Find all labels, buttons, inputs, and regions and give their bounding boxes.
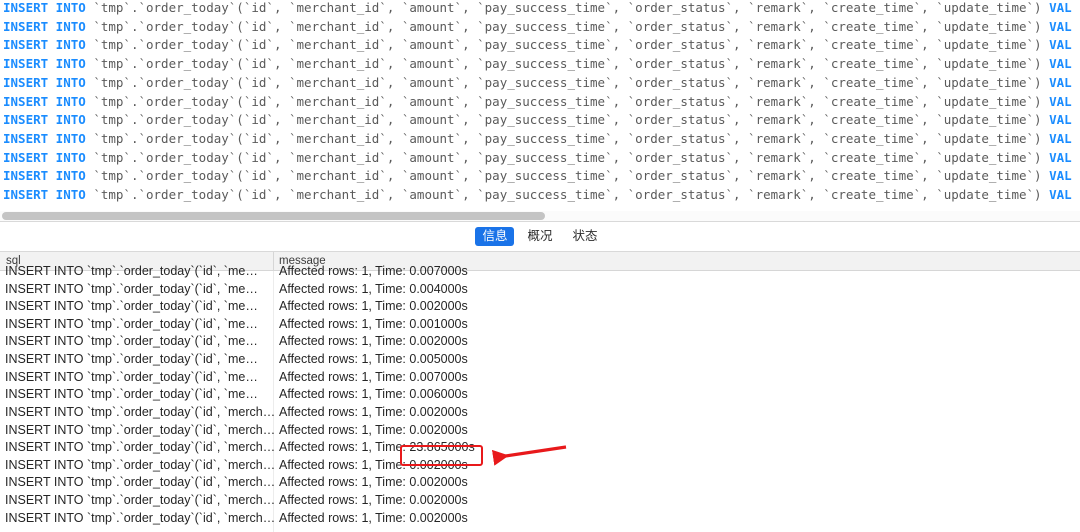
cell-sql[interactable]: INSERT INTO `tmp`.`order_today`(`id`, `m… — [5, 457, 275, 473]
cell-sql[interactable]: INSERT INTO `tmp`.`order_today`(`id`, `m… — [5, 422, 275, 438]
cell-sql[interactable]: INSERT INTO `tmp`.`order_today`(`id`, `m… — [5, 333, 258, 349]
sql-editor[interactable]: INSERT INTO `tmp`.`order_today`(`id`, `m… — [0, 0, 1080, 212]
result-tab-bar: 信息 概况 状态 — [0, 222, 1080, 251]
cell-sql[interactable]: INSERT INTO `tmp`.`order_today`(`id`, `m… — [5, 369, 258, 385]
sql-keyword-values: VAL — [1049, 18, 1072, 34]
table-row[interactable]: INSERT INTO `tmp`.`order_today`(`id`, `m… — [0, 386, 1080, 404]
cell-sql[interactable]: INSERT INTO `tmp`.`order_today`(`id`, `m… — [5, 404, 275, 420]
cell-sql[interactable]: INSERT INTO `tmp`.`order_today`(`id`, `m… — [5, 439, 275, 455]
table-row[interactable]: INSERT INTO `tmp`.`order_today`(`id`, `m… — [0, 474, 1080, 492]
sql-keyword: INSERT INTO — [3, 74, 86, 90]
sql-statement-body: `tmp`.`order_today`(`id`, `merchant_id`,… — [85, 93, 1050, 109]
table-row[interactable]: INSERT INTO `tmp`.`order_today`(`id`, `m… — [0, 439, 1080, 457]
result-tab-list: 信息 概况 状态 — [475, 227, 604, 246]
sql-editor-line: INSERT INTO `tmp`.`order_today`(`id`, `m… — [3, 169, 1072, 183]
sql-statement-body: `tmp`.`order_today`(`id`, `merchant_id`,… — [85, 149, 1050, 165]
sql-keyword: INSERT INTO — [3, 168, 86, 184]
sql-editor-line: INSERT INTO `tmp`.`order_today`(`id`, `m… — [3, 93, 1072, 109]
sql-statement-body: `tmp`.`order_today`(`id`, `merchant_id`,… — [85, 0, 1050, 15]
result-message-grid[interactable]: sql message INSERT INTO `tmp`.`order_tod… — [0, 252, 1080, 532]
cell-message[interactable]: Affected rows: 1, Time: 0.006000s — [279, 386, 468, 402]
cell-message[interactable]: Affected rows: 1, Time: 0.002000s — [279, 492, 468, 508]
table-row[interactable]: INSERT INTO `tmp`.`order_today`(`id`, `m… — [0, 457, 1080, 475]
sql-keyword: INSERT INTO — [3, 112, 86, 128]
cell-message[interactable]: Affected rows: 1, Time: 0.001000s — [279, 316, 468, 332]
sql-keyword-values: VAL — [1049, 149, 1072, 165]
sql-editor-line: INSERT INTO `tmp`.`order_today`(`id`, `m… — [3, 149, 1072, 165]
sql-keyword: INSERT INTO — [3, 131, 86, 147]
cell-sql[interactable]: INSERT INTO `tmp`.`order_today`(`id`, `m… — [5, 386, 258, 402]
cell-sql[interactable]: INSERT INTO `tmp`.`order_today`(`id`, `m… — [5, 510, 275, 526]
sql-keyword: INSERT INTO — [3, 187, 86, 203]
sql-editor-line: INSERT INTO `tmp`.`order_today`(`id`, `m… — [3, 74, 1072, 90]
editor-horizontal-scrollbar-thumb[interactable] — [2, 212, 545, 220]
cell-message[interactable]: Affected rows: 1, Time: 23.865000s — [279, 439, 475, 455]
table-row[interactable]: INSERT INTO `tmp`.`order_today`(`id`, `m… — [0, 404, 1080, 422]
cell-message[interactable]: Affected rows: 1, Time: 0.004000s — [279, 281, 468, 297]
cell-sql[interactable]: INSERT INTO `tmp`.`order_today`(`id`, `m… — [5, 281, 258, 297]
sql-statement-body: `tmp`.`order_today`(`id`, `merchant_id`,… — [85, 168, 1050, 184]
result-tab-0[interactable]: 信息 — [475, 227, 515, 246]
table-row[interactable]: INSERT INTO `tmp`.`order_today`(`id`, `m… — [0, 333, 1080, 351]
sql-keyword: INSERT INTO — [3, 37, 86, 53]
cell-message[interactable]: Affected rows: 1, Time: 0.002000s — [279, 298, 468, 314]
sql-keyword: INSERT INTO — [3, 18, 86, 34]
cell-sql[interactable]: INSERT INTO `tmp`.`order_today`(`id`, `m… — [5, 298, 258, 314]
cell-message[interactable]: Affected rows: 1, Time: 0.005000s — [279, 351, 468, 367]
sql-keyword-values: VAL — [1049, 93, 1072, 109]
sql-statement-body: `tmp`.`order_today`(`id`, `merchant_id`,… — [85, 37, 1050, 53]
table-row[interactable]: INSERT INTO `tmp`.`order_today`(`id`, `m… — [0, 316, 1080, 334]
sql-keyword-values: VAL — [1049, 0, 1072, 15]
sql-editor-line: INSERT INTO `tmp`.`order_today`(`id`, `m… — [3, 132, 1072, 146]
cell-sql[interactable]: INSERT INTO `tmp`.`order_today`(`id`, `m… — [5, 316, 258, 332]
table-row[interactable]: INSERT INTO `tmp`.`order_today`(`id`, `m… — [0, 492, 1080, 510]
cell-message[interactable]: Affected rows: 1, Time: 0.002000s — [279, 333, 468, 349]
cell-message[interactable]: Affected rows: 1, Time: 0.002000s — [279, 457, 468, 473]
table-row[interactable]: INSERT INTO `tmp`.`order_today`(`id`, `m… — [0, 263, 1080, 281]
editor-horizontal-scrollbar[interactable] — [0, 211, 1080, 221]
table-row[interactable]: INSERT INTO `tmp`.`order_today`(`id`, `m… — [0, 422, 1080, 440]
sql-statement-body: `tmp`.`order_today`(`id`, `merchant_id`,… — [85, 131, 1050, 147]
sql-keyword: INSERT INTO — [3, 149, 86, 165]
sql-editor-line: INSERT INTO `tmp`.`order_today`(`id`, `m… — [3, 18, 1072, 34]
cell-sql[interactable]: INSERT INTO `tmp`.`order_today`(`id`, `m… — [5, 474, 275, 490]
table-row[interactable]: INSERT INTO `tmp`.`order_today`(`id`, `m… — [0, 298, 1080, 316]
sql-editor-line: INSERT INTO `tmp`.`order_today`(`id`, `m… — [3, 113, 1072, 127]
sql-editor-line: INSERT INTO `tmp`.`order_today`(`id`, `m… — [3, 1, 1072, 15]
cell-sql[interactable]: INSERT INTO `tmp`.`order_today`(`id`, `m… — [5, 351, 258, 367]
sql-statement-body: `tmp`.`order_today`(`id`, `merchant_id`,… — [85, 56, 1050, 72]
sql-keyword-values: VAL — [1049, 74, 1072, 90]
sql-keyword-values: VAL — [1049, 131, 1072, 147]
cell-message[interactable]: Affected rows: 1, Time: 0.002000s — [279, 404, 468, 420]
sql-statement-body: `tmp`.`order_today`(`id`, `merchant_id`,… — [85, 112, 1050, 128]
sql-keyword-values: VAL — [1049, 168, 1072, 184]
table-row[interactable]: INSERT INTO `tmp`.`order_today`(`id`, `m… — [0, 510, 1080, 528]
sql-editor-line: INSERT INTO `tmp`.`order_today`(`id`, `m… — [3, 57, 1072, 71]
result-tab-1[interactable]: 概况 — [520, 227, 559, 246]
sql-statement-body: `tmp`.`order_today`(`id`, `merchant_id`,… — [85, 187, 1050, 203]
cell-message[interactable]: Affected rows: 1, Time: 0.007000s — [279, 263, 468, 279]
table-row[interactable]: INSERT INTO `tmp`.`order_today`(`id`, `m… — [0, 351, 1080, 369]
sql-keyword: INSERT INTO — [3, 93, 86, 109]
sql-keyword: INSERT INTO — [3, 0, 86, 15]
sql-statement-body: `tmp`.`order_today`(`id`, `merchant_id`,… — [85, 74, 1050, 90]
result-tab-2[interactable]: 状态 — [566, 227, 605, 246]
cell-sql[interactable]: INSERT INTO `tmp`.`order_today`(`id`, `m… — [5, 263, 258, 279]
cell-message[interactable]: Affected rows: 1, Time: 0.007000s — [279, 369, 468, 385]
sql-editor-line: INSERT INTO `tmp`.`order_today`(`id`, `m… — [3, 188, 1072, 202]
sql-keyword-values: VAL — [1049, 56, 1072, 72]
cell-message[interactable]: Affected rows: 1, Time: 0.002000s — [279, 422, 468, 438]
sql-statement-body: `tmp`.`order_today`(`id`, `merchant_id`,… — [85, 18, 1050, 34]
sql-keyword-values: VAL — [1049, 187, 1072, 203]
sql-keyword: INSERT INTO — [3, 56, 86, 72]
sql-keyword-values: VAL — [1049, 112, 1072, 128]
cell-message[interactable]: Affected rows: 1, Time: 0.002000s — [279, 510, 468, 526]
sql-editor-line: INSERT INTO `tmp`.`order_today`(`id`, `m… — [3, 38, 1072, 52]
cell-message[interactable]: Affected rows: 1, Time: 0.002000s — [279, 474, 468, 490]
cell-sql[interactable]: INSERT INTO `tmp`.`order_today`(`id`, `m… — [5, 492, 275, 508]
sql-keyword-values: VAL — [1049, 37, 1072, 53]
table-row[interactable]: INSERT INTO `tmp`.`order_today`(`id`, `m… — [0, 281, 1080, 299]
table-row[interactable]: INSERT INTO `tmp`.`order_today`(`id`, `m… — [0, 369, 1080, 387]
